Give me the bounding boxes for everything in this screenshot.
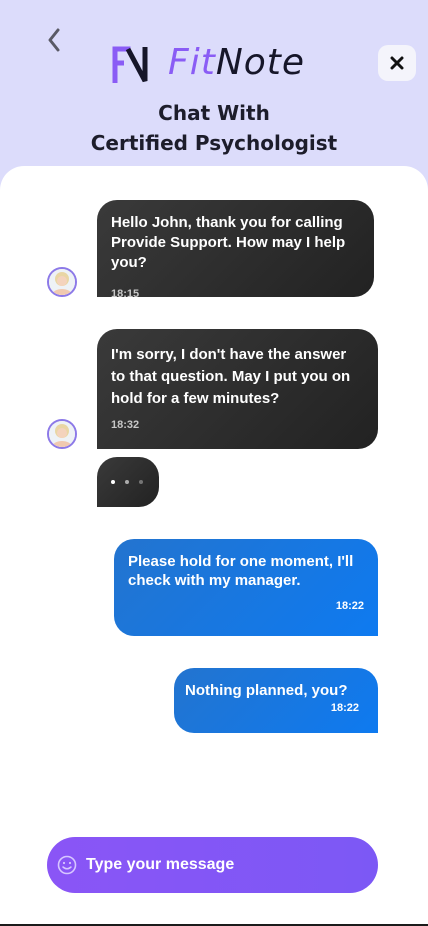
message-bubble-outgoing[interactable]: Nothing planned, you? 18:22 <box>174 668 378 733</box>
app-logo: FitNote <box>112 40 305 86</box>
typing-dot <box>125 480 129 484</box>
chevron-left-icon <box>48 28 60 52</box>
message-time: 18:22 <box>335 600 364 612</box>
message-bubble-incoming[interactable]: I'm sorry, I don't have the answer to th… <box>97 329 378 449</box>
logo-wordmark: FitNote <box>168 42 306 83</box>
message-bubble-incoming[interactable]: Hello John, thank you for calling Provid… <box>97 200 374 300</box>
avatar[interactable] <box>47 419 77 449</box>
typing-indicator <box>97 457 159 507</box>
smiley-icon[interactable] <box>57 855 77 875</box>
message-time: 18:32 <box>111 419 140 431</box>
chat-header: FitNote Chat With Certified Psychologist <box>0 0 428 180</box>
message-text: Nothing planned, you? <box>185 682 348 699</box>
message-text: Please hold for one moment, I'll check w… <box>128 553 354 589</box>
close-button[interactable] <box>378 45 416 81</box>
message-time: 18:15 <box>111 288 140 300</box>
page-title-line2: Certified Psychologist <box>90 131 338 155</box>
message-composer <box>47 837 378 893</box>
page-title: Chat With Certified Psychologist <box>0 98 428 158</box>
typing-dot <box>111 480 115 484</box>
page-title-line1: Chat With <box>158 101 270 125</box>
message-text: I'm sorry, I don't have the answer to th… <box>111 346 351 407</box>
close-icon <box>390 56 404 70</box>
message-time: 18:22 <box>330 702 359 714</box>
message-bubble-outgoing[interactable]: Please hold for one moment, I'll check w… <box>114 539 378 636</box>
avatar[interactable] <box>47 267 77 297</box>
message-input[interactable] <box>86 856 356 874</box>
typing-dot <box>139 480 143 484</box>
message-text: Hello John, thank you for calling Provid… <box>111 214 346 271</box>
back-button[interactable] <box>38 24 70 56</box>
fitnote-logo-icon <box>112 46 148 83</box>
psychologist-avatar-icon <box>49 421 75 447</box>
psychologist-avatar-icon <box>49 269 75 295</box>
